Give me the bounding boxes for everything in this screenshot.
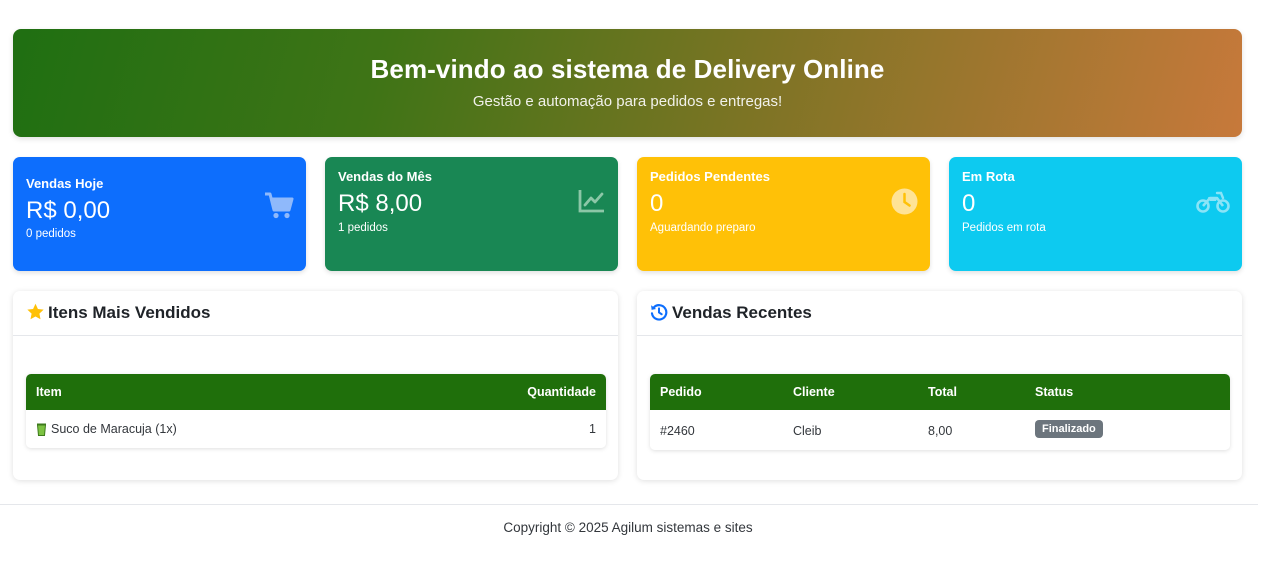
drink-icon	[36, 422, 47, 439]
panel-header: Vendas Recentes	[637, 291, 1242, 336]
stat-label: Vendas do Mês	[338, 169, 432, 184]
column-header-quantidade: Quantidade	[527, 385, 596, 399]
column-header-item: Item	[36, 385, 62, 399]
order-total: 8,00	[928, 424, 953, 438]
stat-label: Vendas Hoje	[26, 176, 104, 191]
status-badge: Finalizado	[1035, 420, 1103, 438]
panel-title: Itens Mais Vendidos	[48, 303, 211, 322]
stat-card-vendas-hoje: Vendas Hoje R$ 0,00 0 pedidos	[13, 157, 306, 271]
table-row[interactable]: #2460 Cleib 8,00 Finalizado	[650, 410, 1230, 450]
stat-value: R$ 8,00	[338, 190, 423, 217]
panel-header: Itens Mais Vendidos	[13, 291, 618, 336]
order-id: #2460	[660, 424, 695, 438]
welcome-banner: Bem-vindo ao sistema de Delivery Online …	[13, 29, 1242, 137]
footer-divider	[0, 504, 1258, 505]
stat-card-em-rota: Em Rota 0 Pedidos em rota	[949, 157, 1242, 271]
stat-card-pedidos-pendentes: Pedidos Pendentes 0 Aguardando preparo	[637, 157, 930, 271]
stat-card-vendas-mes: Vendas do Mês R$ 8,00 1 pedidos	[325, 157, 618, 271]
item-quantity: 1	[589, 422, 596, 436]
column-header-status: Status	[1035, 385, 1074, 399]
panel-title: Vendas Recentes	[672, 303, 812, 322]
table-header: Item Quantidade	[26, 374, 606, 410]
column-header-cliente: Cliente	[793, 385, 835, 399]
welcome-title: Bem-vindo ao sistema de Delivery Online	[370, 54, 885, 84]
table-header: Pedido Cliente Total Status	[650, 374, 1230, 410]
stat-sub: Pedidos em rota	[962, 222, 1046, 234]
chart-line-icon	[578, 188, 606, 219]
star-icon	[26, 303, 45, 326]
stat-value: 0	[962, 190, 976, 217]
recent-sales-panel: Vendas Recentes Pedido Cliente Total Sta…	[637, 291, 1242, 480]
cart-icon	[264, 192, 294, 224]
stat-sub: Aguardando preparo	[650, 222, 756, 234]
client-name: Cleib	[793, 424, 822, 438]
column-header-pedido: Pedido	[660, 385, 702, 399]
column-header-total: Total	[928, 385, 957, 399]
item-name: Suco de Maracuja (1x)	[51, 422, 177, 436]
footer-copyright: Copyright © 2025 Agilum sistemas e sites	[503, 520, 753, 535]
welcome-subtitle: Gestão e automação para pedidos e entreg…	[472, 93, 783, 110]
stat-label: Pedidos Pendentes	[650, 169, 770, 184]
recent-sales-table: Pedido Cliente Total Status #2460 Cleib …	[650, 374, 1230, 450]
stat-sub: 0 pedidos	[26, 228, 76, 240]
stat-value: 0	[650, 190, 664, 217]
motorcycle-icon	[1196, 188, 1230, 219]
stat-label: Em Rota	[962, 169, 1015, 184]
stat-value: R$ 0,00	[26, 197, 111, 224]
clock-icon	[891, 188, 918, 220]
top-items-panel: Itens Mais Vendidos Item Quantidade Suco…	[13, 291, 618, 480]
table-row[interactable]: Suco de Maracuja (1x) 1	[26, 410, 606, 448]
top-items-table: Item Quantidade Suco de Maracuja (1x) 1	[26, 374, 606, 448]
stat-sub: 1 pedidos	[338, 222, 388, 234]
history-icon	[650, 303, 668, 326]
